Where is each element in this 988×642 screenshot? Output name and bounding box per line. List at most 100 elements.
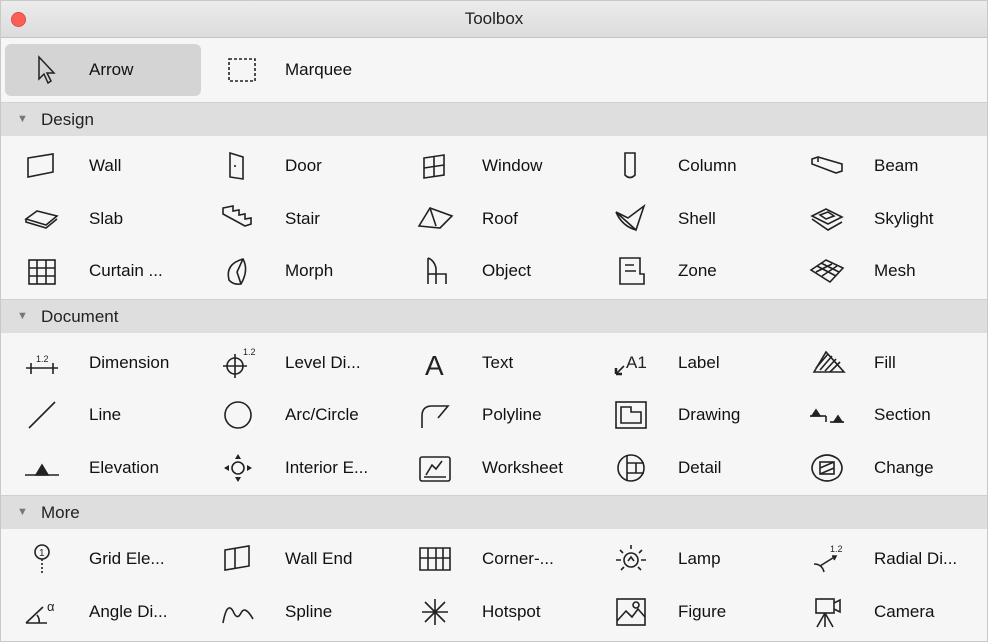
tool-spline[interactable]: Spline xyxy=(207,586,403,638)
tool-door[interactable]: Door xyxy=(207,140,403,192)
fill-icon xyxy=(802,337,852,389)
section-title: Design xyxy=(41,110,94,129)
tool-label: Level Di... xyxy=(285,352,361,372)
tool-worksheet[interactable]: Worksheet xyxy=(404,442,600,494)
tool-hotspot[interactable]: Hotspot xyxy=(404,586,600,638)
tool-label: Interior E... xyxy=(285,457,369,477)
tool-elevation[interactable]: Elevation xyxy=(11,442,207,494)
tool-row: 1.2 Dimension 1.2 Level Di... A Text A1 Label Fi… xyxy=(1,337,987,390)
tool-arc-circle[interactable]: Arc/Circle xyxy=(207,389,403,441)
disclosure-triangle-icon[interactable]: ▼ xyxy=(17,103,28,136)
tool-arrow[interactable]: Arrow xyxy=(5,44,201,96)
tool-label[interactable]: A1 Label xyxy=(600,337,796,389)
tool-label: Line xyxy=(89,405,122,424)
tool-grid-element[interactable]: 1 Grid Ele... xyxy=(11,533,207,585)
tool-label: Polyline xyxy=(482,405,542,424)
tool-row: 1 Grid Ele... Wall End Corner-... Lamp 1.2 Rad… xyxy=(1,533,987,586)
tool-label: Angle Di... xyxy=(89,601,168,621)
tool-lamp[interactable]: Lamp xyxy=(600,533,796,585)
tool-camera[interactable]: Camera xyxy=(796,586,988,638)
tool-figure[interactable]: Figure xyxy=(600,586,796,638)
section-header-document[interactable]: ▼ Document xyxy=(1,298,987,333)
tool-shell[interactable]: Shell xyxy=(600,193,796,245)
tool-change[interactable]: Change xyxy=(796,442,988,494)
tool-label: Grid Ele... xyxy=(89,549,165,568)
tool-morph[interactable]: Morph xyxy=(207,245,403,297)
tool-row: Slab Stair Roof Shell Skylight xyxy=(1,193,987,246)
tool-marquee[interactable]: Marquee xyxy=(201,44,397,96)
tool-label: Section xyxy=(874,405,931,424)
tool-label: Radial Di... xyxy=(874,549,958,568)
window-icon xyxy=(410,140,460,192)
section-icon xyxy=(802,389,852,441)
tool-section[interactable]: Section xyxy=(796,389,988,441)
tool-wall-end[interactable]: Wall End xyxy=(207,533,403,585)
titlebar: Toolbox xyxy=(1,1,987,38)
polyline-icon xyxy=(410,389,460,441)
mesh-icon xyxy=(802,245,852,297)
disclosure-triangle-icon[interactable]: ▼ xyxy=(17,300,28,333)
tool-label: Figure xyxy=(678,601,727,621)
tool-fill[interactable]: Fill xyxy=(796,337,988,389)
tool-interior-elevation[interactable]: Interior E... xyxy=(207,442,403,494)
tool-slab[interactable]: Slab xyxy=(11,193,207,245)
tool-zone[interactable]: Zone xyxy=(600,245,796,297)
disclosure-triangle-icon[interactable]: ▼ xyxy=(17,496,28,529)
column-icon xyxy=(606,140,656,192)
tool-label: Arc/Circle xyxy=(285,405,359,424)
tool-row: Elevation Interior E... Worksheet Detail Cha… xyxy=(1,442,987,495)
tool-line[interactable]: Line xyxy=(11,389,207,441)
hotspot-icon xyxy=(410,586,460,638)
door-icon xyxy=(213,140,263,192)
tool-drawing[interactable]: Drawing xyxy=(600,389,796,441)
tool-label: Stair xyxy=(285,208,320,228)
tool-label: Mesh xyxy=(874,261,916,280)
tool-row: Wall Door Window Column Beam xyxy=(1,140,987,193)
camera-icon xyxy=(802,586,852,638)
spline-icon xyxy=(213,586,263,638)
arrow-cursor-icon xyxy=(21,44,71,96)
tool-label: Fill xyxy=(874,352,896,372)
svg-text:α: α xyxy=(47,599,55,614)
close-button[interactable] xyxy=(11,12,26,27)
top-tools: Arrow Marquee xyxy=(1,38,987,102)
tool-mesh[interactable]: Mesh xyxy=(796,245,988,297)
tool-text[interactable]: A Text xyxy=(404,337,600,389)
tool-row: Curtain ... Morph Object Zone Mesh xyxy=(1,245,987,298)
tool-roof[interactable]: Roof xyxy=(404,193,600,245)
section-header-more[interactable]: ▼ More xyxy=(1,495,987,529)
tool-skylight[interactable]: Skylight xyxy=(796,193,988,245)
tool-level-dimension[interactable]: 1.2 Level Di... xyxy=(207,337,403,389)
tool-label: Dimension xyxy=(89,352,170,372)
dimension-icon: 1.2 xyxy=(17,337,67,389)
tool-beam[interactable]: Beam xyxy=(796,140,988,192)
svg-text:A: A xyxy=(425,350,444,380)
tool-wall[interactable]: Wall xyxy=(11,140,207,192)
corner-window-icon xyxy=(410,533,460,585)
tool-window[interactable]: Window xyxy=(404,140,600,192)
section-header-design[interactable]: ▼ Design xyxy=(1,102,987,136)
morph-icon xyxy=(213,245,263,297)
tool-column[interactable]: Column xyxy=(600,140,796,192)
tool-label: Curtain ... xyxy=(89,261,163,280)
tool-label: Object xyxy=(482,261,532,280)
tool-label: Wall End xyxy=(285,549,353,568)
tool-dimension[interactable]: 1.2 Dimension xyxy=(11,337,207,389)
tool-label: Slab xyxy=(89,208,124,228)
tool-label: Shell xyxy=(678,208,716,228)
tool-label: Drawing xyxy=(678,405,741,424)
elevation-icon xyxy=(17,442,67,494)
object-chair-icon xyxy=(410,245,460,297)
tool-stair[interactable]: Stair xyxy=(207,193,403,245)
tool-polyline[interactable]: Polyline xyxy=(404,389,600,441)
svg-text:1.2: 1.2 xyxy=(36,354,49,364)
tool-detail[interactable]: Detail xyxy=(600,442,796,494)
tool-angle-dimension[interactable]: α Angle Di... xyxy=(11,586,207,638)
tool-radial-dimension[interactable]: 1.2 Radial Di... xyxy=(796,533,988,585)
tool-curtain-wall[interactable]: Curtain ... xyxy=(11,245,207,297)
interior-elevation-icon xyxy=(213,442,263,494)
text-icon: A xyxy=(410,337,460,389)
tool-object-chair[interactable]: Object xyxy=(404,245,600,297)
tool-label: Spline xyxy=(285,601,333,621)
tool-corner-window[interactable]: Corner-... xyxy=(404,533,600,585)
